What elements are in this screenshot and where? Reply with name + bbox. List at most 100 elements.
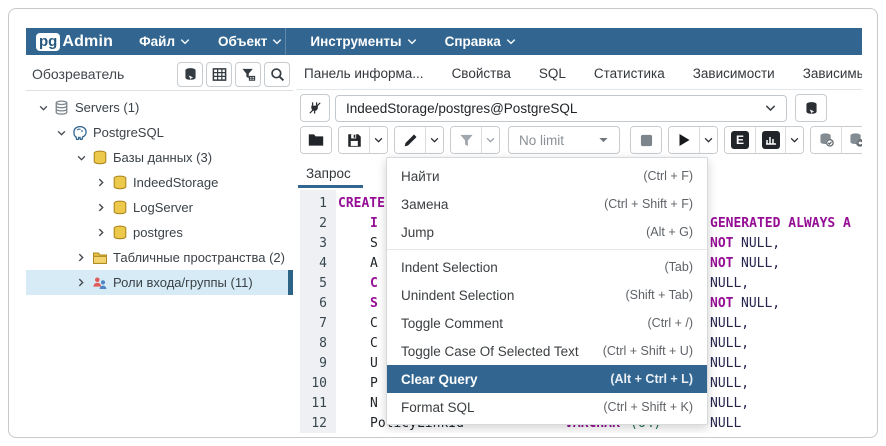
menu-file-label: Файл (139, 34, 175, 49)
menu-item-replace[interactable]: Замена (Ctrl + Shift + F) (387, 190, 707, 218)
filter-options-button[interactable] (481, 127, 499, 153)
plug-disconnected-icon (307, 100, 323, 116)
chevron-down-icon (506, 38, 516, 45)
chevron-down-icon[interactable] (74, 155, 88, 161)
dependencies-grid-button[interactable] (206, 62, 232, 87)
explain-button[interactable]: E (725, 127, 755, 153)
menu-item-label: Toggle Case Of Selected Text (401, 344, 603, 359)
tab-statistics[interactable]: Статистика (594, 66, 665, 81)
code-keyword: NOT (710, 234, 733, 254)
save-file-button[interactable] (339, 127, 369, 153)
tree-item-label: Роли входа/группы (11) (113, 275, 253, 290)
tree-item-indeedstorage[interactable]: IndeedStorage (26, 170, 293, 195)
postgresql-elephant-icon (71, 125, 88, 141)
explain-options-button[interactable] (785, 127, 803, 153)
stop-button[interactable] (631, 127, 661, 153)
menu-help[interactable]: Справка (445, 34, 516, 49)
execute-options-button[interactable] (699, 127, 717, 153)
header-divider (285, 28, 286, 55)
menu-item-jump[interactable]: Jump (Alt + G) (387, 218, 707, 246)
menu-tools[interactable]: Инструменты (310, 34, 416, 49)
explain-group: E (724, 126, 804, 154)
rollback-button[interactable] (841, 127, 862, 153)
filter-rows-button[interactable] (451, 127, 481, 153)
menu-item-clear-query[interactable]: Clear Query (Alt + Ctrl + L) (387, 365, 707, 393)
tree-item-servers[interactable]: Servers (1) (26, 95, 293, 120)
chevron-down-icon (430, 137, 439, 143)
menu-item-format-sql[interactable]: Format SQL (Ctrl + Shift + K) (387, 393, 707, 421)
tree-item-label: Табличные пространства (2) (113, 250, 285, 265)
tab-dashboard[interactable]: Панель информа... (304, 66, 424, 81)
execute-button[interactable] (669, 127, 699, 153)
logo-pg-badge: pg (36, 33, 60, 51)
save-options-button[interactable] (369, 127, 387, 153)
chevron-down-icon (765, 104, 776, 112)
search-button[interactable] (264, 62, 290, 87)
menu-item-label: Замена (401, 197, 604, 212)
line-number: 5 (300, 274, 336, 294)
tree-item-databases[interactable]: Базы данных (3) (26, 145, 293, 170)
panel-title: Обозреватель (32, 66, 177, 82)
menu-tools-label: Инструменты (310, 34, 401, 49)
chevron-right-icon[interactable] (94, 203, 108, 212)
code-keyword: C (370, 274, 378, 294)
chevron-right-icon[interactable] (74, 278, 88, 287)
play-icon (678, 133, 691, 147)
line-number: 8 (300, 334, 336, 354)
filter-button[interactable] (235, 62, 261, 87)
commit-button[interactable] (811, 127, 841, 153)
app-header: pg Admin Файл Объект Инструменты Справка (26, 28, 862, 55)
menu-item-indent-selection[interactable]: Indent Selection (Tab) (387, 253, 707, 281)
menu-item-toggle-comment[interactable]: Toggle Comment (Ctrl + /) (387, 309, 707, 337)
database-icon (111, 225, 128, 241)
line-number: 3 (300, 234, 336, 254)
tree-item-logserver[interactable]: LogServer (26, 195, 293, 220)
code-identifier: U (370, 354, 378, 374)
row-limit-select[interactable]: No limit (508, 126, 620, 154)
code-identifier: A (370, 254, 378, 274)
explain-analyze-button[interactable] (755, 127, 785, 153)
chevron-down-icon[interactable] (54, 130, 68, 136)
tab-dependencies[interactable]: Зависимости (693, 66, 775, 81)
code-keyword: CREATE (338, 194, 385, 214)
menu-item-shortcut: (Ctrl + Shift + U) (603, 344, 693, 358)
edit-options-button[interactable] (425, 127, 443, 153)
tab-sql[interactable]: SQL (539, 66, 566, 81)
connection-value: IndeedStorage/postgres@PostgreSQL (346, 101, 765, 116)
tree-item-tablespaces[interactable]: Табличные пространства (2) (26, 245, 293, 270)
code-keyword: I (370, 214, 378, 234)
open-file-button[interactable] (301, 127, 331, 153)
chevron-right-icon[interactable] (94, 178, 108, 187)
menu-file[interactable]: Файл (139, 34, 190, 49)
tree-item-postgres[interactable]: postgres (26, 220, 293, 245)
chevron-down-icon (272, 38, 282, 45)
new-connection-button[interactable] (795, 94, 827, 122)
search-icon (270, 67, 285, 82)
connection-status-button[interactable] (300, 94, 330, 122)
menu-object[interactable]: Объект (218, 34, 282, 49)
menu-item-find[interactable]: Найти (Ctrl + F) (387, 162, 707, 190)
menu-item-shortcut: (Ctrl + F) (643, 169, 693, 183)
tree-item-postgresql[interactable]: PostgreSQL (26, 120, 293, 145)
tree-item-login-roles[interactable]: Роли входа/группы (11) (26, 270, 293, 295)
filter-icon (459, 133, 474, 148)
folder-icon (308, 133, 324, 147)
db-commit-icon (818, 132, 835, 148)
quick-search-db-button[interactable] (177, 62, 203, 87)
menu-item-unindent-selection[interactable]: Unindent Selection (Shift + Tab) (387, 281, 707, 309)
tree-item-label: Базы данных (3) (113, 150, 212, 165)
chevron-right-icon[interactable] (94, 228, 108, 237)
logo-admin-text: Admin (62, 33, 113, 51)
object-explorer-header: Обозреватель (26, 58, 293, 91)
save-group (338, 126, 388, 154)
tab-query[interactable]: Запрос (302, 160, 355, 188)
edit-pencil-button[interactable] (395, 127, 425, 153)
menu-item-toggle-case[interactable]: Toggle Case Of Selected Text (Ctrl + Shi… (387, 337, 707, 365)
chevron-down-icon[interactable] (36, 105, 50, 111)
properties-tab-bar: Панель информа... Свойства SQL Статистик… (296, 58, 862, 90)
chevron-right-icon[interactable] (74, 253, 88, 262)
code-null: NULL, (710, 374, 749, 394)
connection-selector[interactable]: IndeedStorage/postgres@PostgreSQL (335, 95, 787, 122)
tab-properties[interactable]: Свойства (452, 66, 511, 81)
tab-dependents[interactable]: Зависимые (803, 66, 862, 81)
